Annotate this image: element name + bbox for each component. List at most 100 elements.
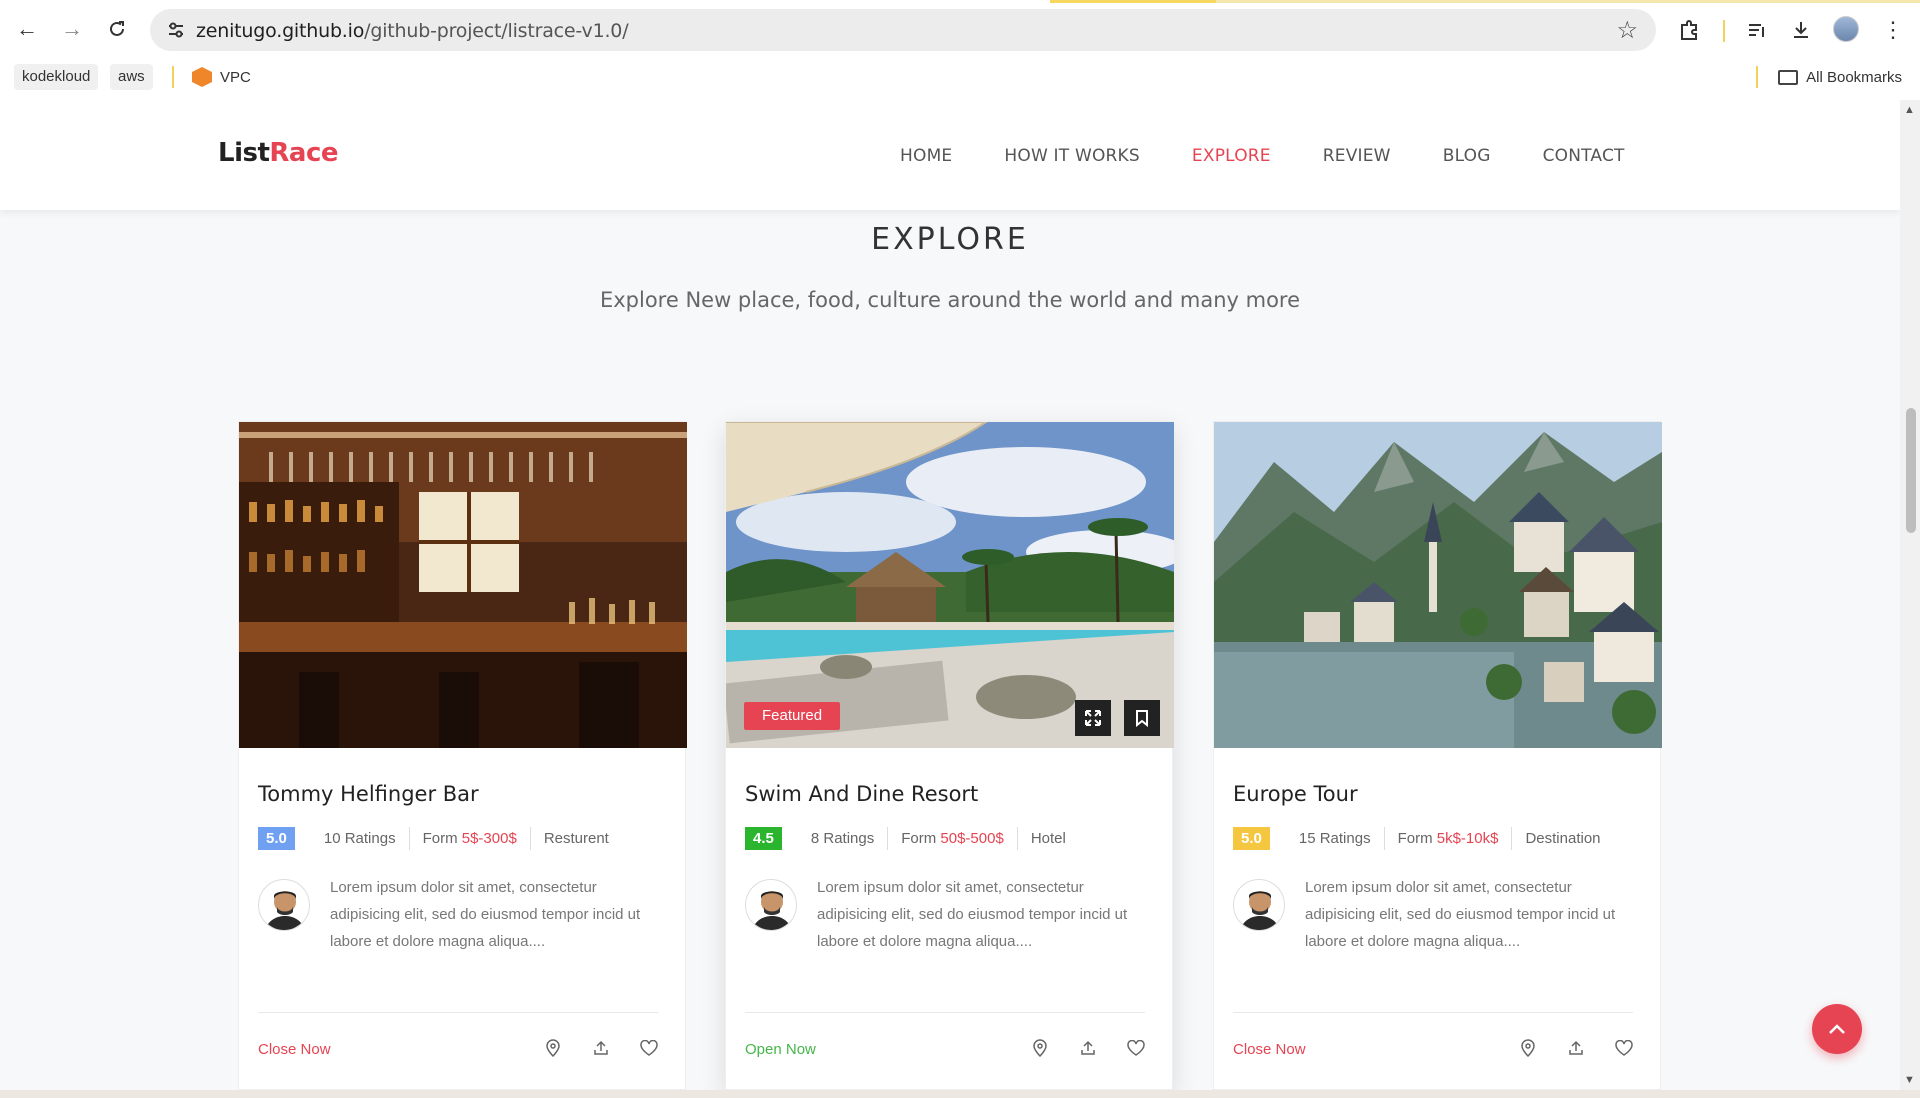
bookmark-vpc[interactable]: VPC [192,64,251,90]
nav-blog[interactable]: BLOG [1443,146,1491,166]
card-actions [543,1038,659,1058]
browser-toolbar: ← → zenitugo.github.io/github-project/li… [0,0,1920,60]
section-subtitle: Explore New place, food, culture around … [599,288,1301,312]
nav-contact[interactable]: CONTACT [1543,146,1625,166]
card-title[interactable]: Tommy Helfinger Bar [258,782,479,806]
listing-card[interactable]: Featured Swim And Dine Resort 4.5 8 Rati… [725,421,1174,1090]
site-header: ListRace HOME HOW IT WORKS EXPLORE REVIE… [0,100,1900,210]
back-icon[interactable]: ← [10,12,44,46]
reload-icon[interactable] [100,12,134,46]
price-value: 5$-300$ [461,830,517,847]
listing-card[interactable]: Tommy Helfinger Bar 5.0 10 Ratings Form … [238,421,687,1090]
card-image-resort[interactable]: Featured [726,422,1174,748]
rating-badge: 5.0 [258,827,295,850]
url-text[interactable]: zenitugo.github.io/github-project/listra… [196,20,629,42]
nav-how-it-works[interactable]: HOW IT WORKS [1004,146,1140,166]
expand-icon[interactable] [1075,700,1111,736]
site-info-icon[interactable] [164,18,188,42]
card-meta: 5.0 10 Ratings Form 5$-300$ Resturent [258,827,622,850]
category[interactable]: Hotel [1018,827,1079,850]
url-path: /github-project/listrace-v1.0/ [364,20,629,42]
card-divider [745,1012,1145,1013]
nav-explore[interactable]: EXPLORE [1192,146,1271,166]
card-meta: 4.5 8 Ratings Form 50$-500$ Hotel [745,827,1079,850]
card-divider [258,1012,658,1013]
listing-card[interactable]: Europe Tour 5.0 15 Ratings Form 5k$-10k$… [1213,421,1662,1090]
open-status: Open Now [745,1041,816,1058]
author-avatar[interactable] [258,879,310,931]
vpc-cube-icon [192,67,212,87]
bookmark-icon[interactable] [1124,700,1160,736]
extensions-icon[interactable] [1672,13,1706,47]
page-scrollbar[interactable]: ▲ ▼ [1900,100,1920,1092]
share-icon[interactable] [1078,1038,1098,1058]
toolbar-divider [1723,20,1725,42]
author-avatar[interactable] [745,879,797,931]
scrollbar-thumb[interactable] [1906,408,1916,533]
heart-icon[interactable] [1614,1038,1634,1058]
share-icon[interactable] [591,1038,611,1058]
logo-accent: Race [269,138,339,168]
card-image-bar[interactable] [239,422,687,748]
open-status: Close Now [1233,1041,1306,1058]
price-range: Form 5k$-10k$ [1385,827,1513,850]
bookmark-kodekloud[interactable]: kodekloud [14,64,99,90]
share-icon[interactable] [1566,1038,1586,1058]
rating-badge: 4.5 [745,827,782,850]
all-bookmarks-label: All Bookmarks [1806,68,1902,86]
heart-icon[interactable] [1126,1038,1146,1058]
card-actions [1518,1038,1634,1058]
card-title[interactable]: Swim And Dine Resort [745,782,978,806]
price-value: 5k$-10k$ [1436,830,1499,847]
logo-main: List [218,138,270,168]
scroll-down-arrow-icon[interactable]: ▼ [1904,1074,1915,1086]
url-host: zenitugo.github.io [196,20,365,42]
address-bar[interactable]: zenitugo.github.io/github-project/listra… [150,9,1656,51]
loading-indicator [1050,0,1216,3]
rating-badge: 5.0 [1233,827,1270,850]
nav-home[interactable]: HOME [900,146,952,166]
folder-icon [1778,69,1799,85]
card-description: Lorem ipsum dolor sit amet, consectetur … [817,879,1128,950]
bookmark-aws[interactable]: aws [110,64,153,90]
price-value: 50$-500$ [940,830,1004,847]
menu-kebab-icon[interactable]: ⋮ [1876,13,1910,47]
price-prefix: Form [1397,830,1433,847]
forward-icon[interactable]: → [55,12,89,46]
heart-icon[interactable] [639,1038,659,1058]
author-avatar[interactable] [1233,879,1285,931]
profile-avatar[interactable] [1833,16,1859,42]
bookmarks-bar: kodekloud aws VPC All Bookmarks [0,60,1920,100]
card-image-europe[interactable] [1214,422,1662,748]
card-divider [1233,1012,1633,1013]
category[interactable]: Destination [1512,827,1613,850]
category[interactable]: Resturent [531,827,622,850]
location-pin-icon[interactable] [1518,1038,1538,1058]
media-queue-icon[interactable] [1740,13,1774,47]
scroll-to-top-button[interactable] [1812,1004,1862,1054]
loading-indicator-track [1216,0,1920,3]
ratings-count: 10 Ratings [311,827,410,850]
card-description: Lorem ipsum dolor sit amet, consectetur … [330,879,641,950]
ratings-count: 8 Ratings [798,827,889,850]
location-pin-icon[interactable] [1030,1038,1050,1058]
price-prefix: Form [422,830,458,847]
window-bottom-edge [0,1090,1920,1098]
location-pin-icon[interactable] [543,1038,563,1058]
main-nav: HOME HOW IT WORKS EXPLORE REVIEW BLOG CO… [900,146,1677,166]
all-bookmarks[interactable]: All Bookmarks [1778,64,1902,90]
bookmark-vpc-label: VPC [220,68,251,86]
ratings-count: 15 Ratings [1286,827,1385,850]
page-viewport: ListRace HOME HOW IT WORKS EXPLORE REVIE… [0,100,1900,1092]
card-title[interactable]: Europe Tour [1233,782,1358,806]
nav-review[interactable]: REVIEW [1323,146,1391,166]
price-range: Form 5$-300$ [410,827,531,850]
bookmark-star-icon[interactable]: ☆ [1616,16,1638,45]
scroll-up-arrow-icon[interactable]: ▲ [1904,104,1915,116]
site-logo[interactable]: ListRace [218,138,339,168]
card-description: Lorem ipsum dolor sit amet, consectetur … [1305,879,1616,950]
chevron-up-icon [1829,1024,1845,1034]
download-icon[interactable] [1784,13,1818,47]
bookmark-divider-right [1756,66,1758,88]
open-status: Close Now [258,1041,331,1058]
